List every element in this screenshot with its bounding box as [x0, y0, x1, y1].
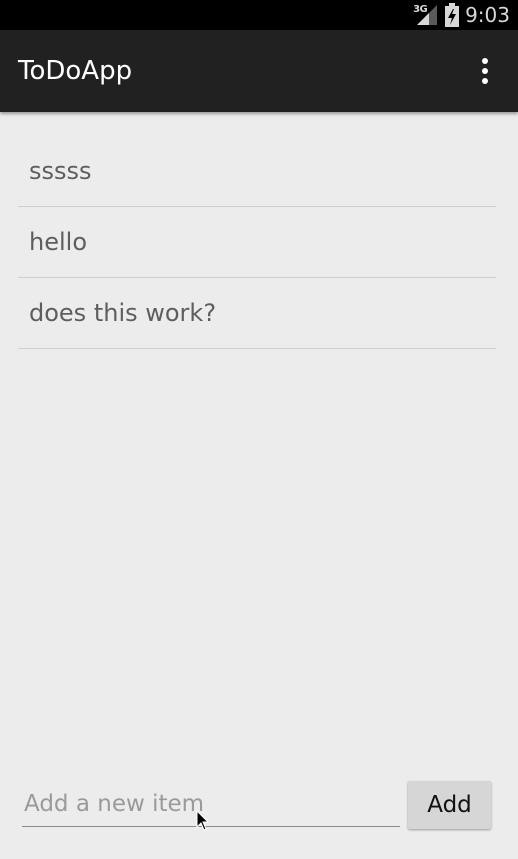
- overflow-dot: [482, 58, 488, 64]
- status-bar: 3G 9:03: [0, 0, 518, 30]
- signal-icon: 3G: [413, 3, 439, 27]
- overflow-dot: [482, 78, 488, 84]
- status-time: 9:03: [465, 3, 510, 27]
- todo-item[interactable]: hello: [18, 207, 496, 278]
- todo-item[interactable]: does this work?: [18, 278, 496, 349]
- action-bar: ToDoApp: [0, 30, 518, 112]
- mouse-cursor-icon: [196, 810, 210, 831]
- add-button[interactable]: Add: [408, 781, 491, 829]
- app-title: ToDoApp: [18, 56, 133, 86]
- more-vert-icon[interactable]: [470, 54, 500, 88]
- overflow-dot: [482, 68, 488, 74]
- battery-icon: [445, 3, 460, 27]
- todo-list: sssss hello does this work?: [18, 136, 496, 349]
- new-item-input[interactable]: [22, 782, 400, 827]
- todo-item[interactable]: sssss: [18, 136, 496, 207]
- status-icons: 3G 9:03: [413, 0, 510, 30]
